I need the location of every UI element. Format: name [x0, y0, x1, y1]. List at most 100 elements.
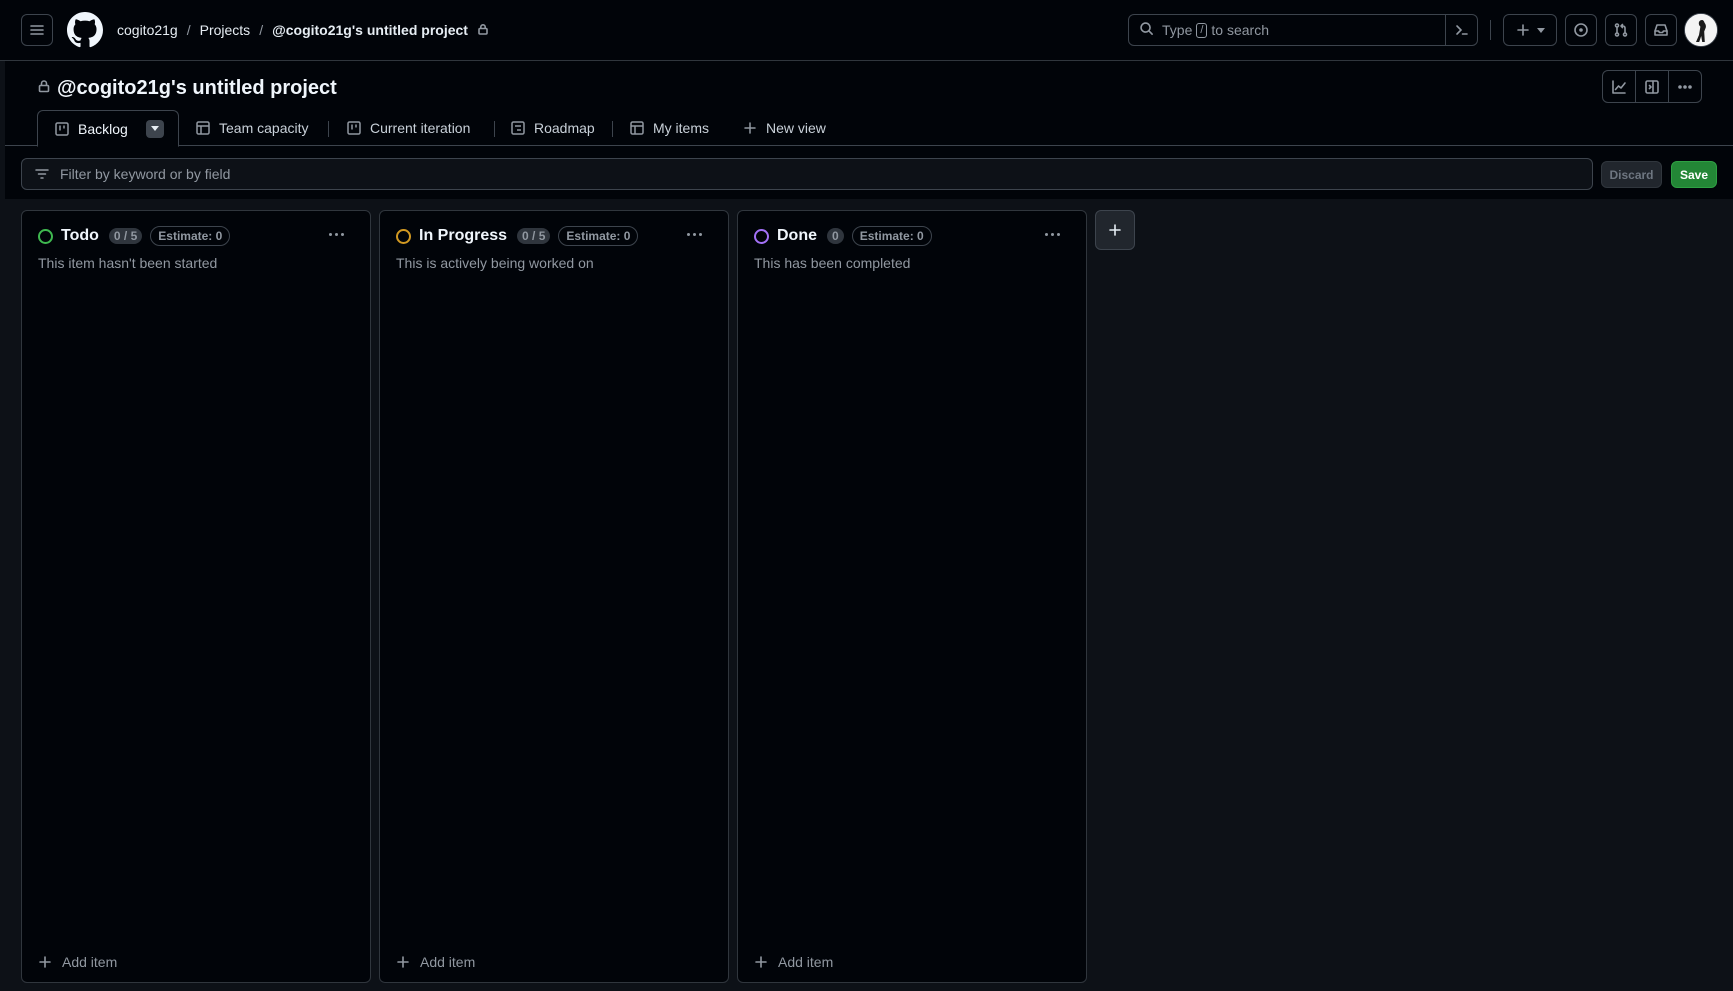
tab-options-button[interactable]	[145, 119, 164, 138]
lock-icon	[477, 22, 489, 38]
sidebar-expand-icon	[1645, 79, 1659, 94]
column-header: In Progress 0 / 5 Estimate: 0	[396, 226, 639, 246]
side-panel-button[interactable]	[1636, 71, 1669, 102]
filter-icon	[35, 169, 49, 179]
roadmap-icon	[511, 121, 525, 135]
app-root: cogito21g / Projects / @cogito21g's unti…	[0, 0, 1733, 991]
breadcrumb: cogito21g / Projects / @cogito21g's unti…	[117, 20, 489, 40]
project-menu-button[interactable]	[1669, 71, 1701, 102]
add-item-button[interactable]: Add item	[38, 952, 117, 972]
user-avatar[interactable]	[1684, 13, 1718, 47]
graph-icon	[1612, 79, 1626, 94]
add-item-label: Add item	[62, 954, 118, 970]
board-column-done: Done 0 Estimate: 0 This has been complet…	[737, 210, 1087, 983]
tab-backlog[interactable]: Backlog	[37, 110, 179, 147]
tab-current-iteration[interactable]: Current iteration	[346, 110, 470, 146]
estimate-badge: Estimate: 0	[150, 226, 231, 246]
chevron-down-icon	[150, 126, 159, 131]
add-item-button[interactable]: Add item	[754, 952, 833, 972]
pull-requests-button[interactable]	[1605, 14, 1637, 46]
column-description: This has been completed	[754, 255, 911, 271]
add-item-label: Add item	[420, 954, 476, 970]
search-icon	[1139, 21, 1154, 39]
breadcrumb-project-link[interactable]: @cogito21g's untitled project	[272, 22, 468, 38]
inbox-button[interactable]	[1645, 14, 1677, 46]
issues-button[interactable]	[1565, 14, 1597, 46]
item-count-badge: 0	[827, 228, 844, 244]
menu-button[interactable]	[21, 14, 53, 46]
plus-icon	[1517, 24, 1529, 36]
tab-divider	[494, 121, 495, 137]
issue-opened-icon	[1574, 23, 1588, 37]
header-divider	[1490, 20, 1491, 40]
column-menu-button[interactable]	[324, 223, 348, 245]
discard-button[interactable]: Discard	[1601, 161, 1662, 188]
column-description: This is actively being worked on	[396, 255, 594, 271]
plus-icon	[755, 956, 767, 968]
plus-icon	[39, 956, 51, 968]
lock-icon	[37, 79, 51, 98]
column-header: Todo 0 / 5 Estimate: 0	[38, 226, 231, 246]
column-title: Done	[777, 227, 817, 244]
table-icon	[630, 121, 644, 135]
column-menu-button[interactable]	[1040, 223, 1064, 245]
board-column-todo: Todo 0 / 5 Estimate: 0 This item hasn't …	[21, 210, 371, 983]
project-title-row: @cogito21g's untitled project	[37, 74, 337, 102]
chevron-down-icon	[1537, 27, 1545, 33]
tab-label: Current iteration	[370, 120, 471, 136]
breadcrumb-projects-link[interactable]: Projects	[200, 22, 251, 38]
filter-placeholder: Filter by keyword or by field	[60, 166, 231, 182]
add-column-button[interactable]	[1095, 210, 1135, 250]
global-header: cogito21g / Projects / @cogito21g's unti…	[0, 0, 1733, 61]
create-new-button[interactable]	[1503, 14, 1557, 46]
column-description: This item hasn't been started	[38, 255, 218, 271]
item-count-badge: 0 / 5	[517, 228, 551, 244]
tab-label: Roadmap	[534, 120, 595, 136]
column-title: Todo	[61, 227, 99, 244]
board-icon	[347, 121, 361, 135]
git-pull-request-icon	[1614, 23, 1628, 37]
view-tabs: Backlog Team capacity Current iteration …	[5, 110, 1733, 147]
search-shortcut-key: /	[1196, 22, 1208, 38]
tab-label: New view	[766, 120, 826, 136]
tab-label: My items	[653, 120, 709, 136]
breadcrumb-separator: /	[259, 22, 264, 38]
search-input[interactable]: Type / to search	[1128, 14, 1478, 46]
tab-label: Backlog	[78, 120, 128, 137]
estimate-badge: Estimate: 0	[558, 226, 639, 246]
plus-icon	[1109, 224, 1121, 236]
breadcrumb-owner-link[interactable]: cogito21g	[117, 22, 178, 38]
board-icon	[55, 121, 69, 136]
tab-my-items[interactable]: My items	[629, 110, 709, 146]
hamburger-icon	[30, 25, 44, 35]
command-palette-button[interactable]	[1445, 15, 1477, 45]
insights-button[interactable]	[1603, 71, 1636, 102]
filter-input[interactable]: Filter by keyword or by field	[21, 158, 1593, 190]
column-header: Done 0 Estimate: 0	[754, 226, 932, 246]
search-placeholder: Type / to search	[1162, 22, 1270, 38]
page-title: @cogito21g's untitled project	[57, 76, 337, 99]
avatar-image	[1685, 14, 1717, 46]
tab-team-capacity[interactable]: Team capacity	[195, 110, 308, 146]
tab-roadmap[interactable]: Roadmap	[510, 110, 595, 146]
tab-label: Team capacity	[219, 120, 309, 136]
project-header-actions	[1602, 70, 1702, 103]
item-count-badge: 0 / 5	[108, 228, 143, 244]
column-title: In Progress	[419, 227, 508, 244]
column-menu-button[interactable]	[682, 223, 706, 245]
tab-divider	[328, 121, 329, 137]
new-view-button[interactable]: New view	[742, 110, 826, 146]
terminal-icon	[1455, 25, 1468, 35]
inbox-icon	[1654, 24, 1668, 36]
save-button[interactable]: Save	[1671, 161, 1717, 188]
status-circle-icon	[754, 228, 769, 244]
add-item-label: Add item	[778, 954, 834, 970]
table-icon	[196, 121, 210, 135]
add-item-button[interactable]: Add item	[396, 952, 475, 972]
tab-divider	[612, 121, 613, 137]
kebab-horizontal-icon	[1678, 84, 1692, 89]
breadcrumb-separator: /	[186, 22, 191, 38]
plus-icon	[744, 122, 756, 134]
github-logo-icon[interactable]	[67, 12, 103, 48]
plus-icon	[397, 956, 409, 968]
